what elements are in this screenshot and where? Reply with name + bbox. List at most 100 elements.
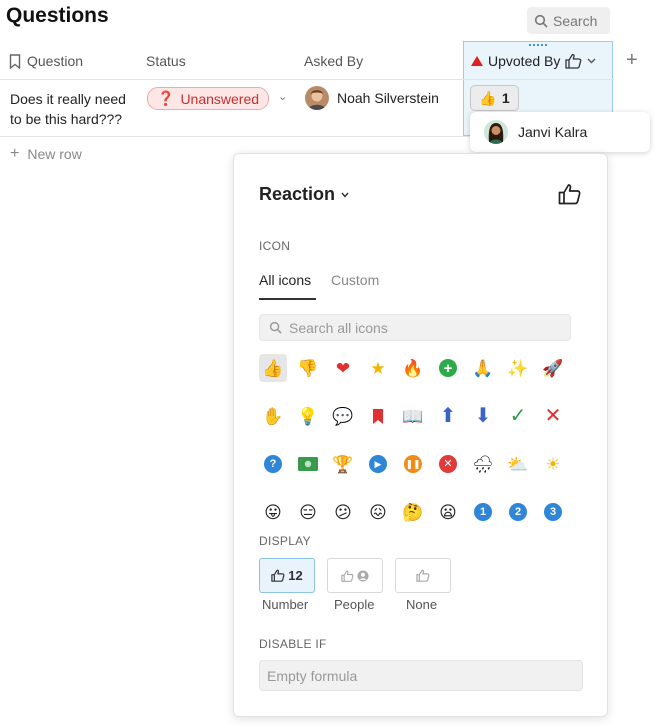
column-header-asked-by-label: Asked By xyxy=(304,53,364,69)
thumbs-down-icon[interactable]: 👎 xyxy=(294,354,322,382)
thumbs-up-outline-icon xyxy=(558,184,581,205)
active-tab-indicator xyxy=(259,298,316,300)
question-icon[interactable]: ? xyxy=(259,450,287,478)
money-icon[interactable] xyxy=(294,450,322,478)
chevron-down-icon xyxy=(341,192,349,198)
sun-icon[interactable]: ☀ xyxy=(539,450,567,478)
sparkles-icon[interactable]: ✨ xyxy=(504,354,532,382)
rain-cloud-icon[interactable]: 🌧 xyxy=(469,450,497,478)
light-bulb-icon[interactable]: 💡 xyxy=(294,402,322,430)
question-mark-icon: ❓ xyxy=(157,90,175,106)
panel-title: Reaction xyxy=(259,184,336,204)
column-header-status-label: Status xyxy=(146,53,186,69)
trophy-icon[interactable]: 🏆 xyxy=(329,450,357,478)
pause-icon[interactable]: ❚❚ xyxy=(399,450,427,478)
bookmark-icon[interactable] xyxy=(364,402,392,430)
plus-icon: + xyxy=(10,145,20,162)
cross-mark-icon[interactable]: ✕ xyxy=(539,402,567,430)
column-header-question-label: Question xyxy=(27,53,84,69)
bookmark-outline-icon xyxy=(9,53,21,69)
search-icon xyxy=(269,321,282,334)
thumbs-up-icon: 👍 xyxy=(479,89,497,106)
reading-person-icon[interactable]: 📖 xyxy=(399,402,427,430)
icon-section-label: ICON xyxy=(259,239,291,253)
avatar xyxy=(484,120,508,144)
sun-cloud-icon[interactable]: ⛅ xyxy=(504,450,532,478)
icon-search-input[interactable]: Search all icons xyxy=(259,314,571,341)
question-cell[interactable]: Does it really need to be this hard??? xyxy=(10,89,140,129)
header-divider xyxy=(0,79,614,80)
fire-icon[interactable]: 🔥 xyxy=(399,354,427,382)
number-1-icon[interactable]: 1 xyxy=(469,498,497,526)
display-number-sample: 12 xyxy=(288,568,303,583)
add-column-button[interactable]: + xyxy=(626,49,638,72)
plus-circle-icon[interactable]: + xyxy=(434,354,462,382)
reaction-settings-panel: Reaction ICON All icons Custom Search al… xyxy=(233,153,608,717)
speech-bubbles-icon[interactable]: 💬 xyxy=(329,402,357,430)
thumbs-up-outline-icon xyxy=(416,569,430,582)
display-option-number-label: Number xyxy=(262,597,309,612)
status-label: Unanswered xyxy=(180,90,260,107)
thumbs-up-outline-icon xyxy=(271,569,285,582)
asked-by-name: Noah Silverstein xyxy=(337,90,439,106)
disable-if-section-label: DISABLE IF xyxy=(259,637,327,651)
tab-all-icons[interactable]: All icons xyxy=(259,272,311,288)
grinning-face-icon[interactable]: 😛 xyxy=(259,498,287,526)
column-header-question[interactable]: Question xyxy=(9,53,83,69)
icon-search-placeholder: Search all icons xyxy=(289,319,388,336)
display-option-people-label: People xyxy=(334,597,375,612)
upvote-count: 1 xyxy=(501,90,510,106)
confused-face-icon[interactable]: 😖 xyxy=(364,498,392,526)
column-drag-handle[interactable] xyxy=(529,44,547,46)
down-arrow-icon[interactable]: ⬇ xyxy=(469,402,497,430)
display-option-none-label: None xyxy=(406,597,438,612)
formula-placeholder: Empty formula xyxy=(267,667,358,684)
star-icon[interactable]: ★ xyxy=(364,354,392,382)
asked-by-cell[interactable]: Noah Silverstein xyxy=(305,86,439,110)
neutral-face-icon[interactable]: 😑 xyxy=(294,498,322,526)
disable-if-formula-input[interactable]: Empty formula xyxy=(259,660,583,691)
thumbs-up-outline-icon xyxy=(565,53,582,69)
person-icon xyxy=(357,570,369,581)
thumbs-up-outline-icon xyxy=(341,570,354,582)
play-icon[interactable]: ▶ xyxy=(364,450,392,478)
number-3-icon[interactable]: 3 xyxy=(539,498,567,526)
new-row-label: New row xyxy=(27,146,82,162)
thumbs-up-icon[interactable]: 👍 xyxy=(259,354,287,382)
frowning-face-icon[interactable]: 😦 xyxy=(434,498,462,526)
display-option-none[interactable] xyxy=(395,558,451,593)
column-header-asked-by[interactable]: Asked By xyxy=(304,53,363,69)
column-header-upvoted-by-label: Upvoted By xyxy=(488,53,561,69)
status-badge[interactable]: ❓ Unanswered xyxy=(147,87,270,110)
stop-x-icon[interactable]: ✕ xyxy=(434,450,462,478)
voter-name: Janvi Kalra xyxy=(518,124,588,140)
search-button[interactable]: Search xyxy=(527,7,610,34)
raised-hand-icon[interactable]: ✋ xyxy=(259,402,287,430)
tab-custom[interactable]: Custom xyxy=(331,272,379,288)
praying-hands-icon[interactable]: 🙏 xyxy=(469,354,497,382)
search-icon xyxy=(534,14,548,28)
voter-popover: Janvi Kalra xyxy=(470,112,650,152)
heart-icon[interactable]: ❤ xyxy=(329,354,357,382)
search-label: Search xyxy=(553,12,598,29)
column-header-status[interactable]: Status xyxy=(146,53,186,69)
page-title: Questions xyxy=(6,4,109,27)
number-2-icon[interactable]: 2 xyxy=(504,498,532,526)
up-arrow-icon[interactable]: ⬆ xyxy=(434,402,462,430)
sort-triangle-icon xyxy=(471,56,483,66)
upvote-reaction-chip[interactable]: 👍 1 xyxy=(470,85,519,111)
column-header-upvoted-by[interactable]: Upvoted By xyxy=(471,53,596,69)
slightly-sad-face-icon[interactable]: 😕 xyxy=(329,498,357,526)
avatar xyxy=(305,86,329,110)
new-row-button[interactable]: + New row xyxy=(10,145,82,163)
rocket-icon[interactable]: 🚀 xyxy=(539,354,567,382)
reaction-type-dropdown[interactable]: Reaction xyxy=(259,184,349,205)
status-dropdown-chevron-icon[interactable]: ⌄ xyxy=(278,90,287,103)
display-option-people[interactable] xyxy=(327,558,383,593)
check-mark-icon[interactable]: ✓ xyxy=(504,402,532,430)
display-section-label: DISPLAY xyxy=(259,534,311,548)
thinking-face-icon[interactable]: 🤔 xyxy=(399,498,427,526)
chevron-down-icon[interactable] xyxy=(587,58,596,64)
icon-grid: 👍 👎 ❤ ★ 🔥 + 🙏 ✨ 🚀 ✋ 💡 💬 📖 ⬆ ⬇ ✓ ✕ ? 🏆 ▶ … xyxy=(259,354,574,546)
display-option-number[interactable]: 12 xyxy=(259,558,315,593)
